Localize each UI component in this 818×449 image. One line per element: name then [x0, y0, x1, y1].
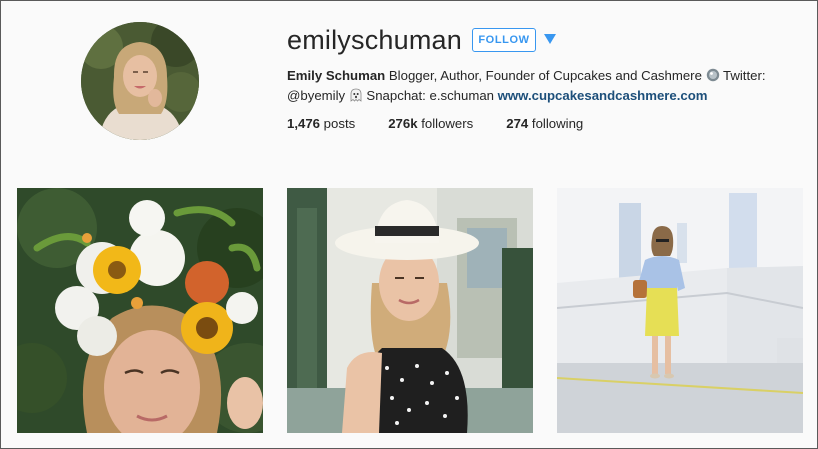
posts-label: posts: [320, 116, 356, 131]
post-image-yellow-skirt: [557, 188, 803, 433]
following-count: 274: [506, 116, 529, 131]
post-tile-3[interactable]: [557, 188, 803, 433]
post-image-flower-crown: [17, 188, 263, 433]
post-tile-2[interactable]: [287, 188, 533, 433]
caret-down-icon: [544, 34, 556, 44]
cupcake-emoji-icon: [706, 68, 720, 82]
stat-followers[interactable]: 276k followers: [388, 116, 473, 131]
profile-avatar[interactable]: [81, 22, 199, 140]
post-tile-1[interactable]: [17, 188, 263, 433]
followers-label: followers: [417, 116, 474, 131]
bio-website-link[interactable]: www.cupcakesandcashmere.com: [498, 88, 708, 103]
follow-button[interactable]: FOLLOW: [472, 28, 536, 52]
following-label: following: [528, 116, 584, 131]
stat-following[interactable]: 274 following: [506, 116, 583, 131]
followers-count: 276k: [388, 116, 418, 131]
bio-twitter-handle[interactable]: @byemily: [287, 88, 345, 103]
bio-text: Blogger, Author, Founder of Cupcakes and…: [385, 68, 706, 83]
profile-page: emilyschuman FOLLOW Emily Schuman Blogge…: [0, 0, 818, 449]
follow-options-button[interactable]: [543, 32, 557, 46]
stat-posts: 1,476 posts: [287, 116, 355, 131]
ghost-emoji-icon: [349, 88, 363, 102]
avatar-image: [81, 22, 199, 140]
profile-bio: Emily Schuman Blogger, Author, Founder o…: [287, 66, 787, 106]
posts-count: 1,476: [287, 116, 321, 131]
bio-full-name: Emily Schuman: [287, 68, 386, 83]
bio-text-snapchat: Snapchat: e.schuman: [362, 88, 498, 103]
bio-text-twitter: Twitter:: [719, 68, 766, 83]
post-image-panama-hat: [287, 188, 533, 433]
profile-username: emilyschuman: [287, 25, 462, 55]
profile-stats: 1,476 posts 276k followers 274 following: [287, 116, 616, 131]
